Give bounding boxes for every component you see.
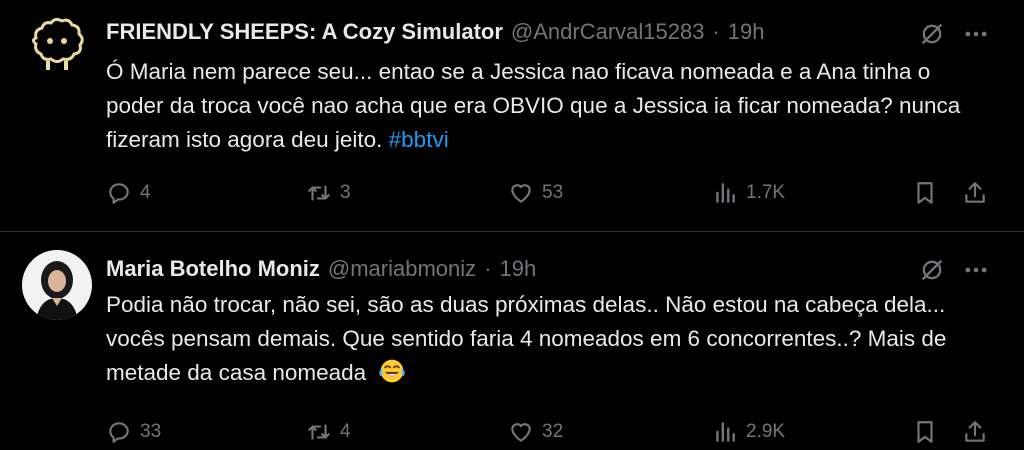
like-button[interactable]: 53 <box>508 176 563 210</box>
views-icon <box>716 183 735 203</box>
grok-icon[interactable] <box>918 256 946 284</box>
tweet-text: Ó Maria nem parece seu... entao se a Jes… <box>106 55 986 157</box>
author-handle[interactable]: @mariabmoniz <box>328 256 476 282</box>
more-icon[interactable] <box>962 20 990 48</box>
share-button[interactable] <box>962 415 988 449</box>
separator: · <box>484 256 492 281</box>
sheep-logo-icon <box>22 8 92 78</box>
face-with-tears-of-joy-icon <box>379 359 406 383</box>
timestamp[interactable]: 19h <box>499 256 536 282</box>
tweet-text-main: Ó Maria nem parece seu... entao se a Jes… <box>106 59 961 152</box>
share-icon <box>965 182 985 203</box>
retweet-icon <box>308 424 330 440</box>
avatar[interactable] <box>22 250 92 320</box>
views-button[interactable]: 2.9K <box>712 415 785 449</box>
reply-button[interactable]: 33 <box>106 415 161 449</box>
reply-button[interactable]: 4 <box>106 176 151 210</box>
like-count: 53 <box>542 182 564 203</box>
bookmark-button[interactable] <box>912 415 938 449</box>
hashtag-link[interactable]: #bbtvi <box>389 127 449 152</box>
author-handle[interactable]: @AndrCarval15283 <box>511 19 705 45</box>
author-name[interactable]: Maria Botelho Moniz <box>106 256 320 282</box>
bookmark-button[interactable] <box>912 176 938 210</box>
profile-photo-icon <box>22 250 92 320</box>
avatar[interactable] <box>22 8 92 78</box>
reply-count: 33 <box>140 421 162 442</box>
view-count: 2.9K <box>746 421 786 442</box>
separator: · <box>712 19 720 44</box>
tweet-actions: 33 4 32 2.9K <box>0 415 1024 449</box>
tweet[interactable]: FRIENDLY SHEEPS: A Cozy Simulator @AndrC… <box>0 0 1024 232</box>
bookmark-icon <box>917 182 933 204</box>
retweet-button[interactable]: 3 <box>306 176 351 210</box>
share-icon <box>965 421 985 442</box>
grok-icon[interactable] <box>918 20 946 48</box>
reply-icon <box>109 183 129 204</box>
like-button[interactable]: 32 <box>508 415 563 449</box>
tweet-header: FRIENDLY SHEEPS: A Cozy Simulator @AndrC… <box>106 19 765 45</box>
tweet-text: Podia não trocar, não sei, são as duas p… <box>106 288 986 390</box>
retweet-button[interactable]: 4 <box>306 415 351 449</box>
tweet-actions: 4 3 53 1.7K <box>0 176 1024 210</box>
tweet[interactable]: Maria Botelho Moniz @mariabmoniz · 19h P… <box>0 232 1024 450</box>
retweet-count: 4 <box>340 421 351 442</box>
bookmark-icon <box>917 421 933 443</box>
author-name[interactable]: FRIENDLY SHEEPS: A Cozy Simulator <box>106 19 503 45</box>
retweet-count: 3 <box>340 182 351 203</box>
share-button[interactable] <box>962 176 988 210</box>
reply-icon <box>109 422 129 443</box>
like-count: 32 <box>542 421 564 442</box>
reply-count: 4 <box>140 182 151 203</box>
tweet-header: Maria Botelho Moniz @mariabmoniz · 19h <box>106 256 536 282</box>
tweet-text-main: Podia não trocar, não sei, são as duas p… <box>106 292 947 385</box>
timestamp[interactable]: 19h <box>728 19 765 45</box>
view-count: 1.7K <box>746 182 786 203</box>
more-icon[interactable] <box>962 256 990 284</box>
heart-icon <box>511 423 531 442</box>
heart-icon <box>511 184 531 203</box>
views-button[interactable]: 1.7K <box>712 176 785 210</box>
views-icon <box>716 422 735 442</box>
retweet-icon <box>308 185 330 201</box>
